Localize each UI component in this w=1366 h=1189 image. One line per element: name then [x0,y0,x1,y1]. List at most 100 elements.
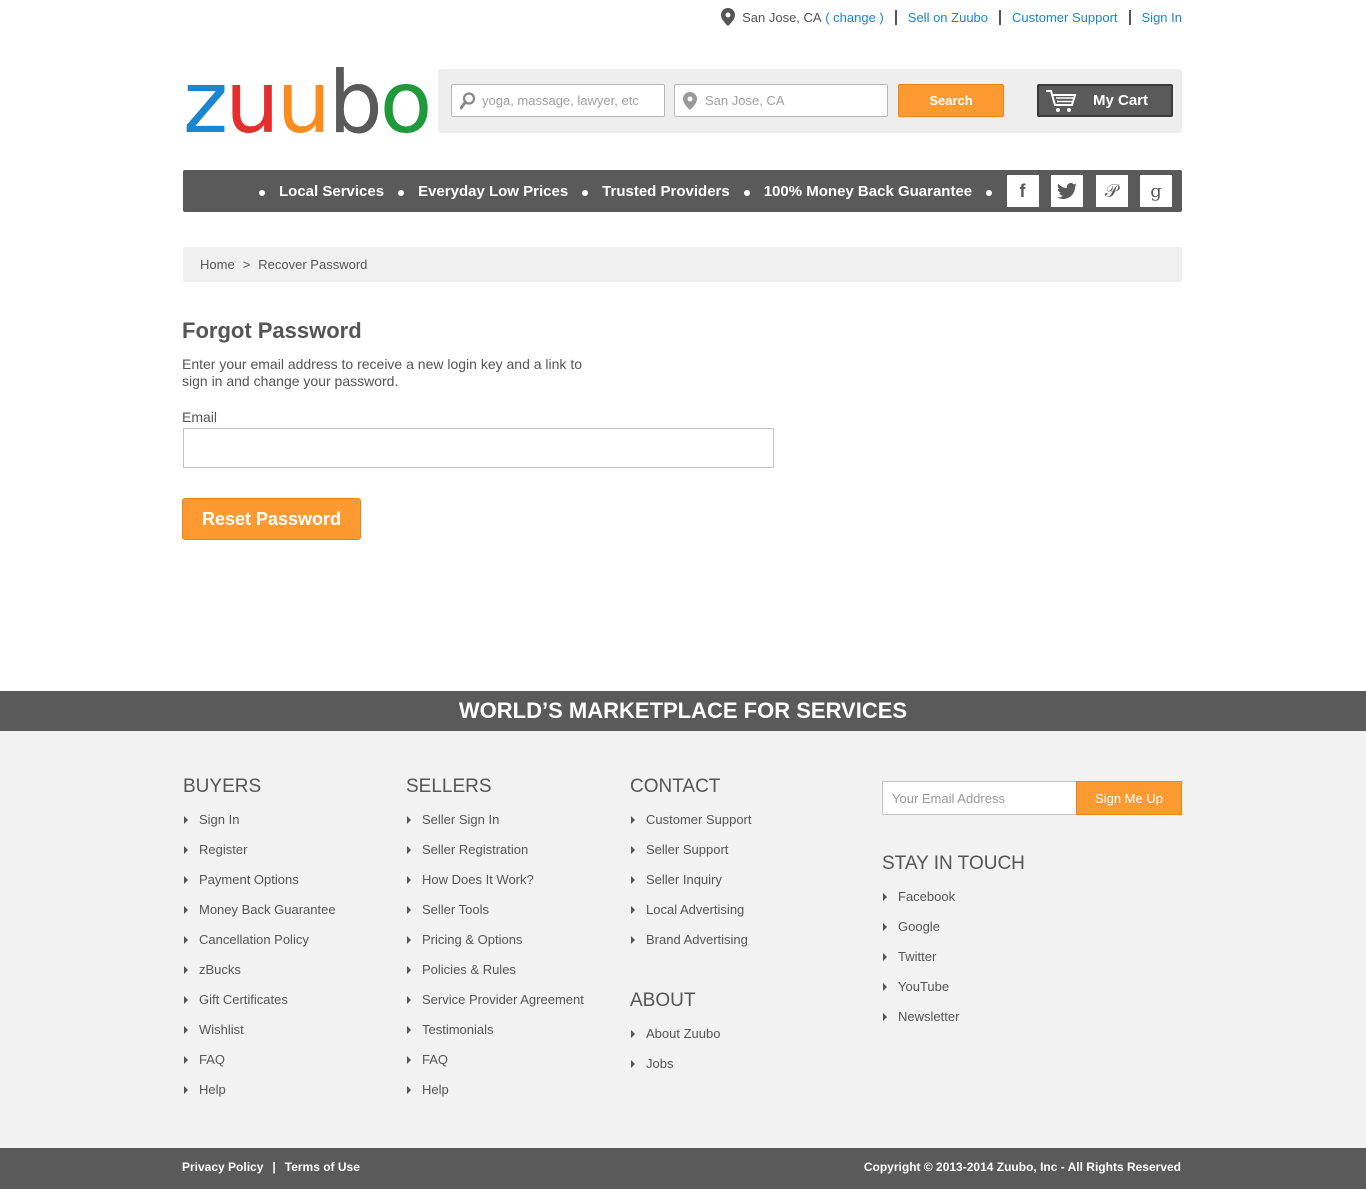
zuubo-logo[interactable]: zuubo [183,60,432,146]
footer-link-item[interactable]: Customer Support [630,811,752,841]
nav-bullet [986,190,993,196]
footer-link-item[interactable]: Payment Options [183,871,336,901]
footer-link-item[interactable]: Local Advertising [630,901,752,931]
footer-link-item[interactable]: Seller Inquiry [630,871,752,901]
breadcrumb-home[interactable]: Home [200,257,235,272]
caret-right-icon [184,816,188,824]
email-field[interactable] [183,428,774,468]
footer-link-item[interactable]: Seller Support [630,841,752,871]
footer-link-label: Gift Certificates [199,992,288,1007]
change-location-link[interactable]: ( change ) [825,10,884,25]
caret-right-icon [883,953,887,961]
google-icon[interactable]: g [1140,175,1172,207]
buyers-column: BUYERS Sign In Register Payment Options Mon… [183,776,336,1111]
sign-me-up-button[interactable]: Sign Me Up [1076,781,1182,815]
footer-link-label: Wishlist [199,1022,244,1037]
pinterest-icon[interactable]: 𝒫 [1095,175,1128,207]
caret-right-icon [407,1086,411,1094]
twitter-icon[interactable] [1051,175,1083,207]
footer-link-item[interactable]: Help [183,1081,336,1111]
footer-link-item[interactable]: Gift Certificates [183,991,336,1021]
footer-link-label: Google [898,919,940,934]
contact-list: Customer Support Seller Support Seller Inq… [630,811,752,961]
footer-link-item[interactable]: Wishlist [183,1021,336,1051]
footer-link-item[interactable]: Money Back Guarantee [183,901,336,931]
customer-support-link[interactable]: Customer Support [1012,10,1118,25]
footer-link-item[interactable]: Seller Sign In [406,811,584,841]
cart-label: My Cart [1093,92,1149,109]
facebook-icon[interactable]: f [1006,175,1039,207]
newsletter-email-input[interactable]: Your Email Address [882,781,1078,815]
nav-item[interactable]: 100% Money Back Guarantee [764,183,972,200]
footer-link-item[interactable]: Testimonials [406,1021,584,1051]
footer-link-label: Newsletter [898,1009,960,1024]
nav-item[interactable]: Local Services [279,183,384,200]
footer-link-item[interactable]: Register [183,841,336,871]
my-cart-button[interactable]: My Cart [1037,84,1173,117]
terms-of-use-link[interactable]: Terms of Use [285,1160,360,1174]
footer-link-item[interactable]: FAQ [406,1051,584,1081]
breadcrumb-separator: > [242,257,251,272]
buyers-list: Sign In Register Payment Options Money Back… [183,811,336,1111]
search-bar: yoga, massage, lawyer, etc San Jose, CA … [438,69,1182,133]
footer-link-item[interactable]: About Zuubo [630,1025,720,1055]
email-label: Email [182,409,218,425]
sign-in-link[interactable]: Sign In [1142,10,1182,25]
cart-icon [1046,89,1077,112]
footer-link-item[interactable]: FAQ [183,1051,336,1081]
privacy-policy-link[interactable]: Privacy Policy [182,1160,263,1174]
footer-link-item[interactable]: Google [882,918,1025,948]
caret-right-icon [631,816,635,824]
search-button[interactable]: Search [898,84,1004,117]
caret-right-icon [407,1026,411,1034]
footer-link-item[interactable]: zBucks [183,961,336,991]
footer-link-label: Jobs [646,1056,674,1071]
caret-right-icon [407,966,411,974]
footer-link-item[interactable]: Facebook [882,888,1025,918]
footer-link-item[interactable]: Seller Registration [406,841,584,871]
footer-link-item[interactable]: Brand Advertising [630,931,752,961]
sellers-column: SELLERS Seller Sign In Seller Registratio… [406,776,584,1111]
logo-letter: u [276,53,331,153]
caret-right-icon [631,936,635,944]
footer-link-item[interactable]: Seller Tools [406,901,584,931]
footer-link-item[interactable]: How Does It Work? [406,871,584,901]
footer-link-item[interactable]: Sign In [183,811,336,841]
footer-link-label: Money Back Guarantee [199,902,336,917]
caret-right-icon [883,983,887,991]
location-text: San Jose, CA [742,9,822,25]
nav-item[interactable]: Everyday Low Prices [418,183,568,200]
reset-password-button[interactable]: Reset Password [182,498,361,540]
breadcrumb: Home > Recover Password [183,247,1182,282]
footer-link-label: YouTube [898,979,950,994]
footer-link-item[interactable]: Newsletter [882,1008,1025,1038]
caret-right-icon [184,936,188,944]
contact-heading: CONTACT [630,776,721,797]
footer-link-label: Sign In [199,812,240,827]
caret-right-icon [407,906,411,914]
footer-link-item[interactable]: Cancellation Policy [183,931,336,961]
sell-link[interactable]: Sell on Zuubo [908,10,988,25]
nav-bullet [398,190,405,196]
top-bar: San Jose, CA ( change ) Sell on Zuubo Cu… [0,0,1366,34]
location-input[interactable]: San Jose, CA [674,84,888,117]
caret-right-icon [631,1030,635,1038]
nav-items: Local Services Everyday Low Prices Trusted… [245,170,1006,212]
nav-bullet [743,190,750,196]
social-links: f 𝒫 g [994,175,1172,207]
footer-link-item[interactable]: YouTube [882,978,1025,1008]
caret-right-icon [184,1056,188,1064]
footer-link-item[interactable]: Policies & Rules [406,961,584,991]
footer-link-label: Local Advertising [646,902,745,917]
footer-link-item[interactable]: Service Provider Agreement [406,991,584,1021]
caret-right-icon [883,1013,887,1021]
footer-link-item[interactable]: Jobs [630,1055,720,1085]
footer-link-label: Seller Sign In [422,812,500,827]
footer-link-label: Seller Support [646,842,729,857]
nav-item[interactable]: Trusted Providers [602,183,730,200]
stay-in-touch-column: STAY IN TOUCH Facebook Google Twitter YouTu… [882,853,1025,1038]
footer-link-item[interactable]: Twitter [882,948,1025,978]
footer-link-item[interactable]: Help [406,1081,584,1111]
search-input[interactable]: yoga, massage, lawyer, etc [451,84,665,117]
footer-link-item[interactable]: Pricing & Options [406,931,584,961]
